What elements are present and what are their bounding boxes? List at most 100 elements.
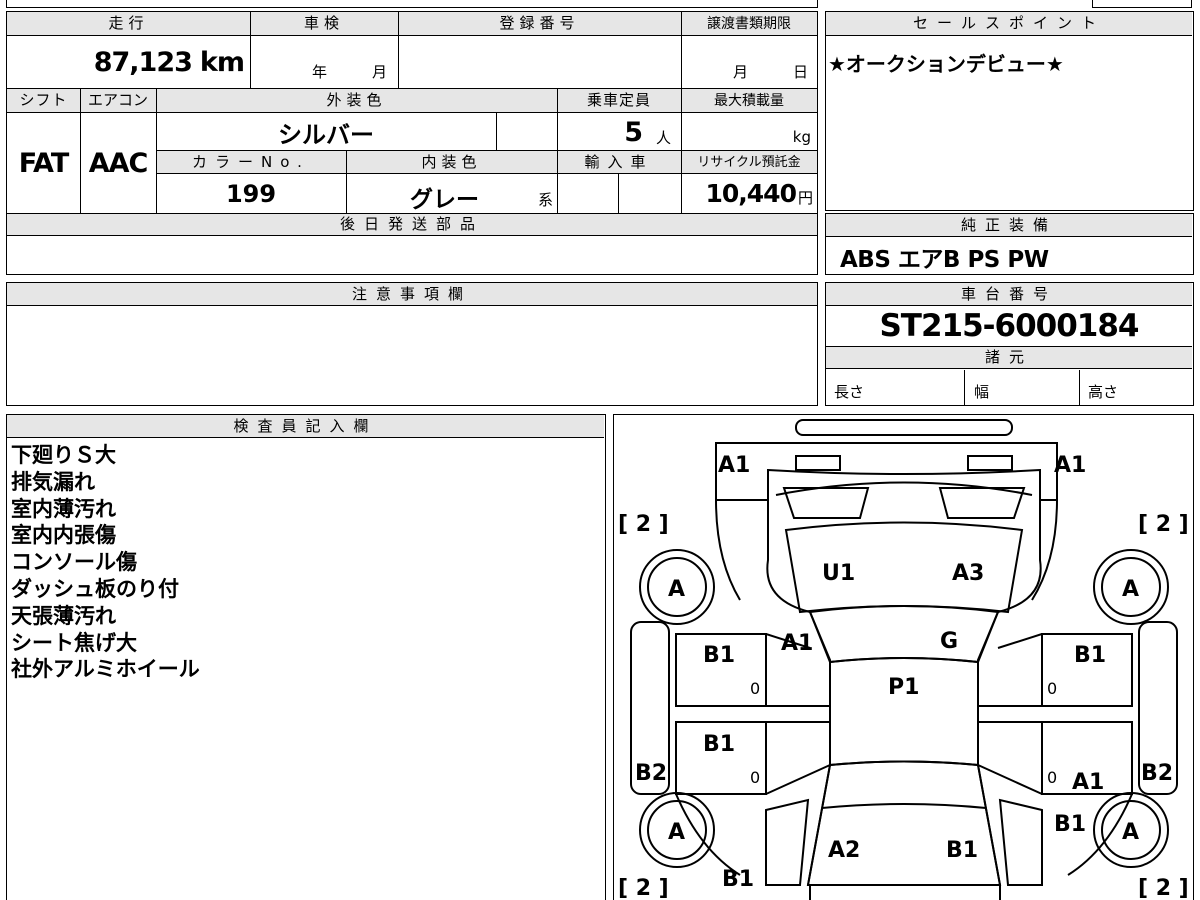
headlight-right [966,454,1013,471]
note-line: 社外アルミホイール [11,657,200,682]
mark-rocker-left: B2 [635,761,667,786]
note-line: 室内内張傷 [11,523,116,548]
mark-front-left-bumper: A1 [718,453,750,478]
mark-tire-rear-left: A [668,820,685,845]
mileage-value: 87,123 [93,46,193,78]
rear-fender-left [674,793,741,876]
max-load-header: 最大積載量 [681,89,817,113]
body-right-line [976,499,1042,885]
interior-color-header: 内装色 [346,151,557,174]
damage-diagram-box: A1 A1 [ 2 ] [ 2 ] [ 2 ] [ 2 ] A A A A U1… [613,414,1194,900]
chassis-header: 車台番号 [826,283,1192,306]
interior-color-cell: グレー 系 [346,174,557,213]
inspection-year-unit: 年 [312,63,328,81]
width-label: 幅 [974,383,990,401]
col-line [1079,370,1080,405]
mark-hood-left: U1 [822,561,855,586]
grille-left [782,486,869,519]
import-header: 輸入車 [557,151,681,174]
mark-rear-door-left: B1 [703,732,735,757]
door-divider-left [675,704,830,723]
windshield-shape [808,604,999,663]
car-damage-diagram: A1 A1 [ 2 ] [ 2 ] [ 2 ] [ 2 ] A A A A U1… [618,418,1189,900]
caution-header: 注意事項欄 [7,283,817,306]
mark-zero: 0 [750,768,760,787]
deadline-month-unit: 月 [733,63,749,81]
specs-header: 諸元 [826,346,1192,369]
deadline-cell: 月 日 [681,36,817,88]
mark-rear-hatch-left: A2 [828,838,860,863]
body-left-line [765,499,831,885]
note-line: シート焦げ大 [11,630,137,655]
height-label: 高さ [1088,383,1119,401]
fender-right [1030,499,1058,601]
exterior-color-value: シルバー [278,120,374,149]
mark-bracket-front-right: [ 2 ] [1138,512,1189,537]
mark-rear-right-quarter: B1 [1054,812,1086,837]
mark-zero: 0 [750,679,760,698]
rear-quarter-right [998,798,1043,886]
mark-tire-front-left: A [668,577,685,602]
col-line [681,12,682,213]
color-no-value: 199 [225,179,277,208]
note-line: 天張薄汚れ [11,603,116,628]
mark-rocker-right: B2 [1141,761,1173,786]
grille-right [938,486,1025,519]
mileage-header: 走行 [7,12,250,36]
genuine-equipment-text: ABS エアB PS PW [840,247,1049,273]
mileage-cell: 87,123 km [7,36,250,88]
front-bumper-shape [794,418,1013,436]
mark-rear-bumper-left: B1 [722,867,754,892]
interior-color-suffix: 系 [537,191,553,209]
capacity-header: 乗車定員 [557,89,681,113]
recycle-unit: 円 [797,189,813,207]
door-edge-right [977,632,1042,795]
col-line [80,89,81,213]
rear-quarter-left [764,798,809,886]
recycle-cell: 10,440 円 [681,174,817,213]
note-line: 排気漏れ [11,469,95,494]
color-no-cell: 199 [156,174,346,213]
inspection-header: 車検 [250,12,398,36]
color-no-header: カラーNo. [156,151,346,174]
exterior-color-header: 外装色 [156,89,557,113]
recycle-value: 10,440 [705,179,797,208]
shift-header: シフト [7,89,80,113]
col-line [250,12,251,89]
headlight-left [794,454,841,471]
top-strip [6,0,818,8]
rear-hatch-shape [806,760,1001,886]
mark-zero: 0 [1047,679,1057,698]
row-line [156,150,817,151]
inspector-notes: 下廻りＳ大 排気漏れ 室内薄汚れ 室内内張傷 コンソール傷 ダッシュ板のり付 天… [11,442,200,683]
max-load-cell: kg [681,113,817,151]
fender-left [714,499,741,601]
mark-windshield-left: A1 [781,631,813,656]
shift-value: FAT [18,147,70,179]
capacity-cell: 5 人 [557,113,681,151]
mark-bracket-front-left: [ 2 ] [618,512,669,537]
aircon-value: AAC [88,147,149,179]
col-line [156,89,157,213]
interior-color-value: グレー [410,187,479,213]
deadline-day-unit: 日 [793,63,809,81]
recycle-header: リサイクル預託金 [681,151,817,174]
later-parts-header: 後日発送部品 [7,213,817,236]
mark-windshield-right: G [940,629,958,654]
note-line: コンソール傷 [11,550,137,575]
inspector-box: 検査員記入欄 下廻りＳ大 排気漏れ 室内薄汚れ 室内内張傷 コンソール傷 ダッシ… [6,414,606,900]
inspection-month-unit: 月 [372,63,388,81]
sales-point-box: セールスポイント ★オークションデビュー★ [825,11,1194,211]
chassis-number: ST215-6000184 [879,308,1139,344]
grille-arc [775,481,1032,496]
genuine-equipment-header: 純正装備 [826,214,1192,237]
mark-rear-hatch-right: B1 [946,838,978,863]
vehicle-info-table: 走行 車検 登録番号 譲渡書類期限 87,123 km 年 月 月 日 シフト … [6,11,818,275]
mark-front-right-bumper: A1 [1054,453,1086,478]
genuine-equipment-box: 純正装備 ABS エアB PS PW [825,213,1194,275]
top-strip-right [1092,0,1192,8]
col-line [964,370,965,405]
col-line [557,89,558,213]
inspection-cell: 年 月 [250,36,398,88]
inspector-header: 検査員記入欄 [7,415,604,438]
